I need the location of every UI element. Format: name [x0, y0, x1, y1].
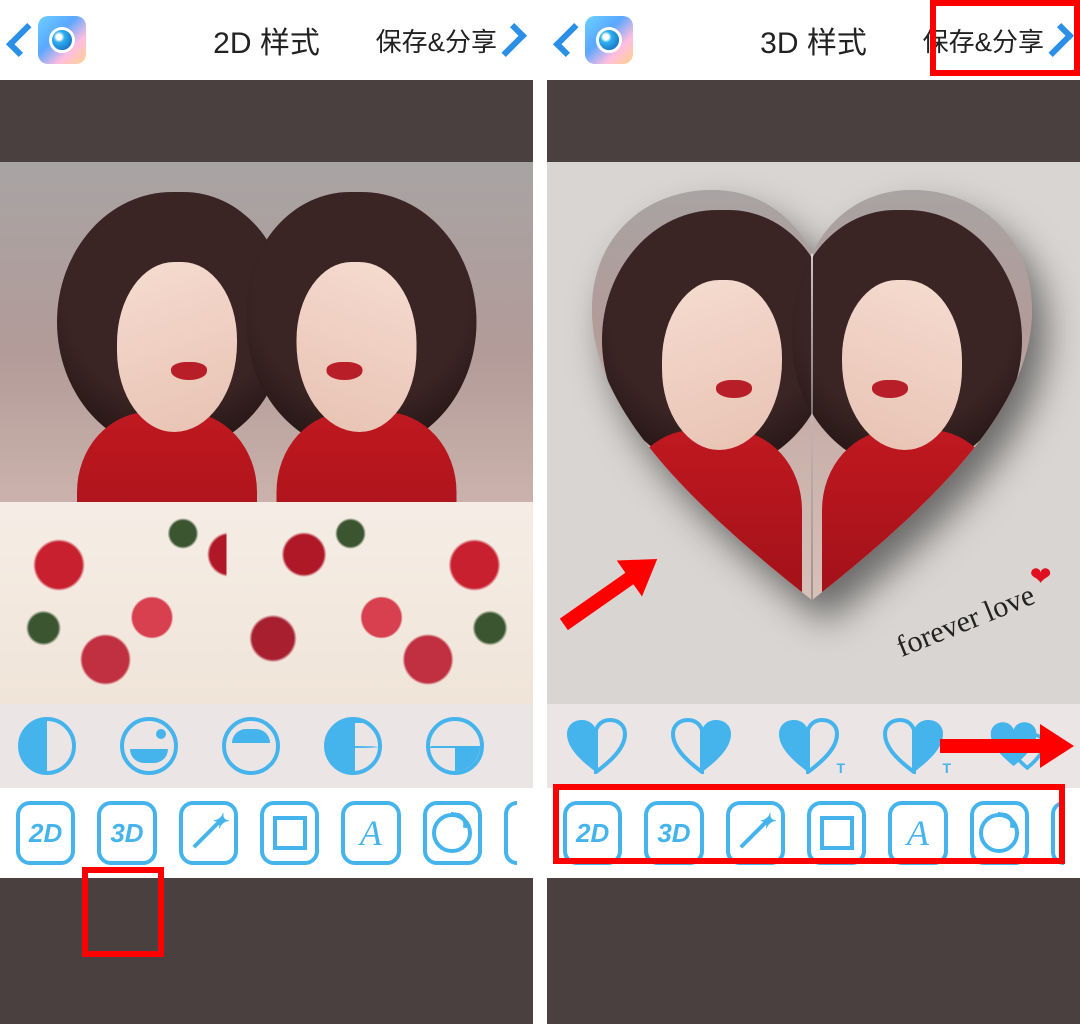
app-icon: [38, 16, 86, 64]
save-share-button[interactable]: 保存&分享: [376, 22, 519, 59]
tool-strip: 2D 3D A: [547, 788, 1080, 878]
style-options-strip: [0, 704, 533, 788]
back-button[interactable]: [561, 16, 633, 64]
style-option-quadrants-diag[interactable]: [426, 717, 484, 775]
save-share-label: 保存&分享: [923, 22, 1044, 59]
frame-tool-button[interactable]: [260, 801, 319, 865]
mode-3d-button[interactable]: 3D: [644, 801, 703, 865]
app-icon: [585, 16, 633, 64]
canvas-area: forever love❤: [547, 80, 1080, 704]
header: 2D 样式 保存&分享: [0, 0, 533, 80]
chevron-right-icon: [493, 23, 527, 57]
save-share-label: 保存&分享: [376, 22, 497, 59]
bottom-padding: [0, 878, 533, 1024]
header: 3D 样式 保存&分享: [547, 0, 1080, 80]
tool-strip: 2D 3D A: [0, 788, 533, 878]
save-share-button[interactable]: 保存&分享: [923, 22, 1066, 59]
mirror-preview-2d[interactable]: [0, 162, 533, 704]
mirror-preview-3d[interactable]: forever love❤: [547, 162, 1080, 704]
more-tool-button[interactable]: [1051, 801, 1064, 865]
page-title: 2D 样式: [213, 18, 320, 62]
page-title: 3D 样式: [760, 18, 867, 62]
style-option-half-vertical[interactable]: [18, 717, 76, 775]
text-tool-button[interactable]: A: [888, 801, 947, 865]
style-option-quadrants-left[interactable]: [324, 717, 382, 775]
sticker-icon: [432, 813, 472, 853]
style-option-heart-left-fill-text[interactable]: T: [777, 718, 839, 774]
bottom-padding: [547, 878, 1080, 1024]
mode-2d-button[interactable]: 2D: [563, 801, 622, 865]
sticker-tool-button[interactable]: [423, 801, 482, 865]
heart-3d-shape: [592, 180, 1032, 610]
magic-tool-button[interactable]: [726, 801, 785, 865]
chevron-left-icon: [6, 23, 40, 57]
heart-icon: ❤: [1030, 562, 1052, 592]
style-options-strip: T T: [547, 704, 1080, 788]
square-icon: [273, 816, 307, 850]
sticker-icon: [979, 813, 1019, 853]
style-option-half-top[interactable]: [222, 717, 280, 775]
text-tool-button[interactable]: A: [341, 801, 400, 865]
mode-2d-button[interactable]: 2D: [16, 801, 75, 865]
mode-3d-button[interactable]: 3D: [97, 801, 156, 865]
back-button[interactable]: [14, 16, 86, 64]
style-option-heart-left-fill[interactable]: [565, 718, 627, 774]
chevron-right-icon: [1040, 23, 1074, 57]
chevron-left-icon: [553, 23, 587, 57]
right-screenshot: 3D 样式 保存&分享: [547, 0, 1080, 1024]
square-icon: [820, 816, 854, 850]
sticker-tool-button[interactable]: [970, 801, 1029, 865]
frame-tool-button[interactable]: [807, 801, 866, 865]
magic-tool-button[interactable]: [179, 801, 238, 865]
style-option-heart-double[interactable]: [989, 718, 1051, 774]
style-option-half-bottom[interactable]: [120, 717, 178, 775]
style-option-heart-right-fill[interactable]: [671, 718, 733, 774]
more-tool-button[interactable]: [504, 801, 517, 865]
canvas-area: [0, 80, 533, 704]
left-screenshot: 2D 样式 保存&分享 2D 3D: [0, 0, 533, 1024]
style-option-heart-right-fill-text[interactable]: T: [883, 718, 945, 774]
